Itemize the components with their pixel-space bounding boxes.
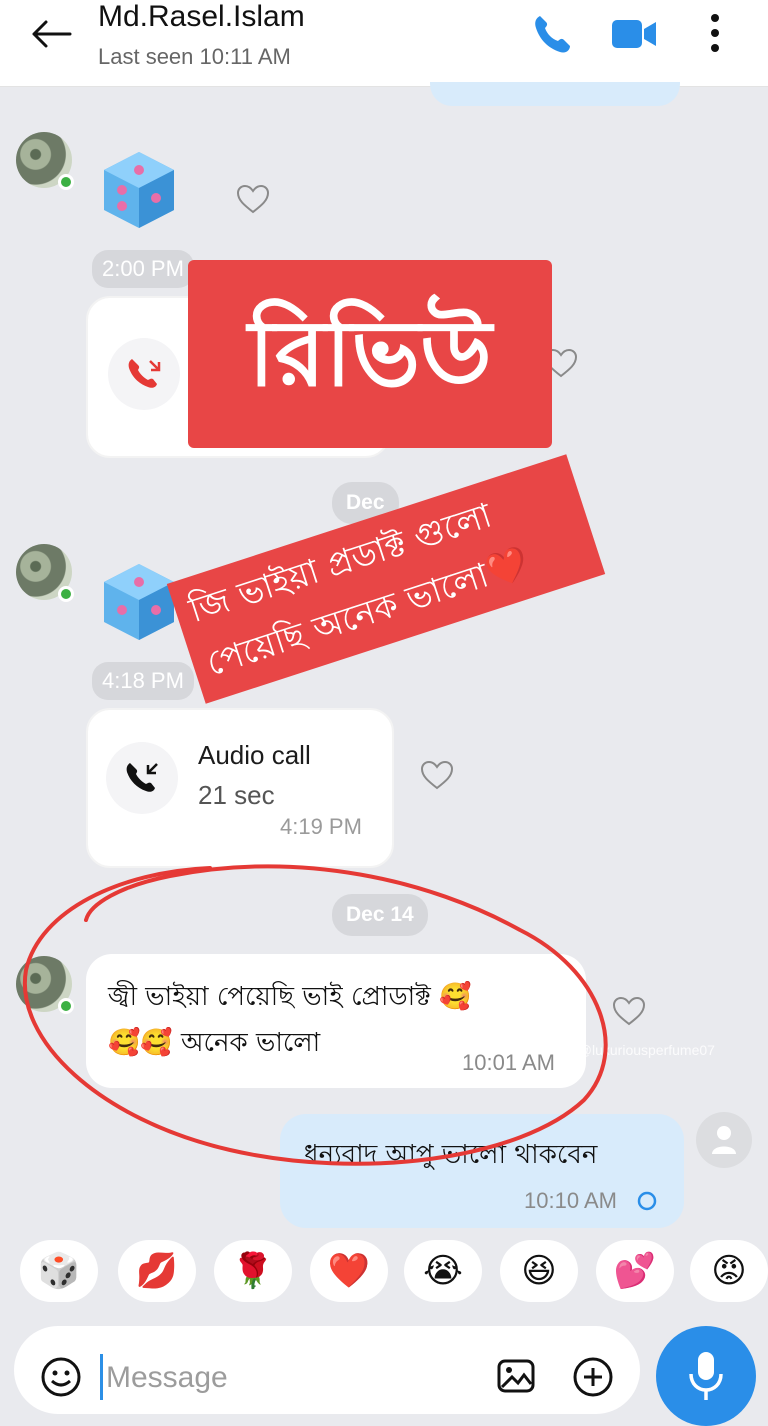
gallery-icon[interactable] xyxy=(496,1356,536,1396)
reaction-kiss[interactable]: 💋 xyxy=(118,1240,196,1302)
video-camera-icon[interactable] xyxy=(610,14,658,54)
missed-call-icon-circle xyxy=(108,338,180,410)
message-text: জ্বী ভাইয়া পেয়েছি ভাই প্রোডাক্ট 🥰 xyxy=(108,982,472,1012)
last-seen-status: Last seen 10:11 AM xyxy=(98,44,291,69)
reaction-crying[interactable]: 😭 xyxy=(404,1240,482,1302)
text-cursor xyxy=(100,1354,103,1400)
message-time: 10:01 AM xyxy=(462,1050,555,1075)
message-time: 10:10 AM xyxy=(524,1188,617,1213)
message-input[interactable] xyxy=(104,1352,478,1404)
sent-status-icon xyxy=(637,1191,657,1211)
dice-sticker-icon xyxy=(104,152,174,228)
message-text: ধন্যবাদ আপু ভালো থাকবেন xyxy=(304,1140,598,1170)
incoming-call-icon xyxy=(126,763,158,792)
heart-outline-icon[interactable] xyxy=(612,996,646,1026)
back-arrow-icon[interactable] xyxy=(28,16,74,52)
reaction-two-hearts[interactable]: 💕 xyxy=(596,1240,674,1302)
reaction-dice[interactable]: 🎲 xyxy=(20,1240,98,1302)
online-status-dot xyxy=(58,174,74,190)
date-pill: Dec 14 xyxy=(332,894,428,936)
call-icon-circle xyxy=(106,742,178,814)
reaction-rose[interactable]: 🌹 xyxy=(214,1240,292,1302)
online-status-dot xyxy=(58,586,74,602)
message-bubble-outgoing-clipped xyxy=(430,82,680,106)
watermark: ig @luxuriousperfume07 xyxy=(563,1042,715,1058)
time-pill: 2:00 PM xyxy=(92,250,194,288)
chat-header: Md.Rasel.Islam Last seen 10:11 AM xyxy=(0,0,768,87)
time-pill: 4:18 PM xyxy=(92,662,194,700)
avatar[interactable] xyxy=(16,132,74,190)
heart-outline-icon[interactable] xyxy=(420,760,454,790)
heart-outline-icon[interactable] xyxy=(236,184,270,214)
call-duration: 21 sec xyxy=(198,780,275,810)
reaction-laughing[interactable]: 😆 xyxy=(500,1240,578,1302)
contact-name[interactable]: Md.Rasel.Islam xyxy=(98,0,305,34)
online-status-dot xyxy=(58,998,74,1014)
reaction-heart[interactable]: ❤️ xyxy=(310,1240,388,1302)
microphone-button[interactable] xyxy=(656,1326,756,1426)
plus-icon[interactable] xyxy=(572,1356,614,1398)
more-options-icon[interactable] xyxy=(700,10,730,56)
review-banner: রিভিউ xyxy=(188,260,552,448)
call-title: Audio call xyxy=(198,740,311,770)
dice-sticker-icon xyxy=(104,564,174,640)
user-avatar-placeholder[interactable] xyxy=(696,1112,752,1168)
message-time: 4:19 PM xyxy=(280,814,362,839)
missed-call-icon xyxy=(128,359,161,388)
person-icon xyxy=(712,1126,736,1154)
emoji-icon[interactable] xyxy=(40,1356,82,1398)
microphone-icon xyxy=(689,1352,723,1400)
phone-icon[interactable] xyxy=(530,12,574,56)
avatar[interactable] xyxy=(16,544,74,602)
avatar[interactable] xyxy=(16,956,74,1014)
reaction-angry[interactable]: 😡 xyxy=(690,1240,768,1302)
message-text: 🥰🥰 অনেক ভালো xyxy=(108,1028,321,1058)
